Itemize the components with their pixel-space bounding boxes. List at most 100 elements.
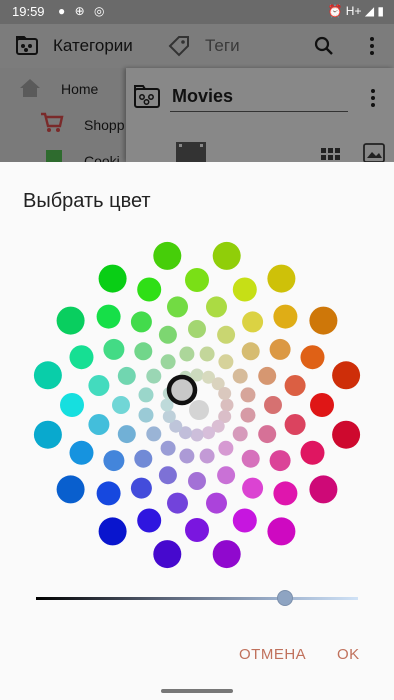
slider-thumb[interactable] [277, 590, 293, 606]
color-swatch[interactable] [158, 466, 177, 485]
color-swatch[interactable] [273, 304, 298, 329]
color-swatch[interactable] [88, 414, 110, 435]
color-swatch[interactable] [258, 425, 277, 444]
ok-button[interactable]: OK [337, 646, 360, 663]
selected-color-swatch[interactable] [166, 374, 198, 406]
color-swatch[interactable] [112, 396, 130, 414]
color-swatch[interactable] [258, 366, 277, 385]
color-swatch[interactable] [167, 492, 188, 514]
color-swatch[interactable] [185, 518, 209, 542]
color-swatch[interactable] [300, 345, 325, 370]
color-swatch[interactable] [232, 368, 248, 384]
color-swatch[interactable] [217, 325, 236, 344]
color-swatch[interactable] [188, 320, 206, 338]
color-swatch[interactable] [137, 508, 162, 533]
color-swatch[interactable] [267, 517, 296, 546]
color-swatch[interactable] [160, 354, 176, 370]
color-swatch[interactable] [138, 407, 154, 423]
color-swatch[interactable] [202, 426, 215, 440]
lightness-slider[interactable] [36, 588, 358, 608]
color-swatch[interactable] [267, 264, 296, 293]
color-swatch[interactable] [69, 345, 94, 370]
color-swatch[interactable] [332, 420, 361, 449]
color-swatch[interactable] [240, 387, 256, 403]
category-title[interactable]: Movies [172, 86, 233, 107]
color-swatch[interactable] [199, 346, 215, 362]
color-swatch[interactable] [212, 540, 241, 569]
color-swatch[interactable] [217, 466, 236, 485]
color-swatch[interactable] [33, 420, 62, 449]
image-icon[interactable] [362, 142, 386, 162]
color-swatch[interactable] [162, 410, 176, 423]
color-swatch[interactable] [269, 450, 291, 472]
color-swatch[interactable] [56, 475, 85, 504]
color-swatch[interactable] [130, 311, 152, 333]
more-vert-icon[interactable] [369, 36, 375, 56]
color-swatch[interactable] [242, 311, 264, 333]
color-swatch[interactable] [269, 338, 291, 360]
color-swatch[interactable] [190, 428, 204, 442]
color-swatch[interactable] [134, 449, 153, 468]
color-swatch[interactable] [242, 477, 264, 499]
color-swatch[interactable] [309, 306, 338, 335]
color-swatch[interactable] [300, 440, 325, 465]
color-swatch[interactable] [98, 264, 127, 293]
color-swatch[interactable] [158, 325, 177, 344]
color-swatch[interactable] [98, 517, 127, 546]
color-swatch[interactable] [273, 481, 298, 506]
color-swatch[interactable] [69, 440, 94, 465]
color-swatch[interactable] [218, 440, 234, 456]
color-swatch[interactable] [232, 426, 248, 442]
color-swatch[interactable] [240, 407, 256, 423]
color-swatch[interactable] [179, 346, 195, 362]
color-swatch[interactable] [146, 426, 162, 442]
color-swatch[interactable] [138, 387, 154, 403]
color-swatch[interactable] [218, 387, 232, 400]
color-swatch[interactable] [212, 241, 241, 270]
search-icon[interactable] [314, 36, 334, 56]
tag-icon[interactable] [167, 35, 191, 57]
color-swatch[interactable] [284, 375, 306, 396]
color-swatch[interactable] [220, 398, 234, 412]
color-swatch[interactable] [206, 296, 227, 318]
color-swatch[interactable] [185, 268, 209, 292]
color-swatch[interactable] [103, 338, 125, 360]
color-swatch[interactable] [88, 375, 110, 396]
tab-categories[interactable]: Категории [53, 36, 133, 56]
color-swatch[interactable] [146, 368, 162, 384]
color-swatch[interactable] [309, 475, 338, 504]
color-swatch[interactable] [56, 306, 85, 335]
color-swatch[interactable] [232, 277, 257, 302]
cancel-button[interactable]: ОТМЕНА [239, 646, 306, 663]
color-swatch[interactable] [117, 366, 136, 385]
color-swatch[interactable] [206, 492, 227, 514]
category-icon[interactable] [16, 35, 38, 55]
color-swatch[interactable] [332, 361, 361, 390]
color-swatch[interactable] [232, 508, 257, 533]
color-swatch[interactable] [96, 481, 121, 506]
color-swatch[interactable] [130, 477, 152, 499]
color-swatch[interactable] [137, 277, 162, 302]
more-vert-icon[interactable] [370, 88, 376, 108]
grid-view-icon[interactable] [320, 146, 340, 162]
color-swatch[interactable] [241, 449, 260, 468]
color-swatch[interactable] [153, 540, 182, 569]
color-swatch[interactable] [117, 425, 136, 444]
color-swatch[interactable] [199, 448, 215, 464]
color-swatch[interactable] [264, 396, 282, 414]
color-swatch[interactable] [103, 450, 125, 472]
color-swatch[interactable] [60, 393, 84, 417]
color-swatch[interactable] [179, 448, 195, 464]
color-swatch[interactable] [218, 354, 234, 370]
color-swatch[interactable] [310, 393, 334, 417]
color-swatch[interactable] [33, 361, 62, 390]
color-swatch[interactable] [160, 440, 176, 456]
color-swatch[interactable] [189, 400, 209, 420]
color-swatch[interactable] [167, 296, 188, 318]
color-swatch[interactable] [153, 241, 182, 270]
tab-tags[interactable]: Теги [205, 36, 240, 56]
color-swatch[interactable] [96, 304, 121, 329]
color-swatch[interactable] [284, 414, 306, 435]
color-swatch[interactable] [188, 472, 206, 490]
color-swatch[interactable] [134, 342, 153, 361]
